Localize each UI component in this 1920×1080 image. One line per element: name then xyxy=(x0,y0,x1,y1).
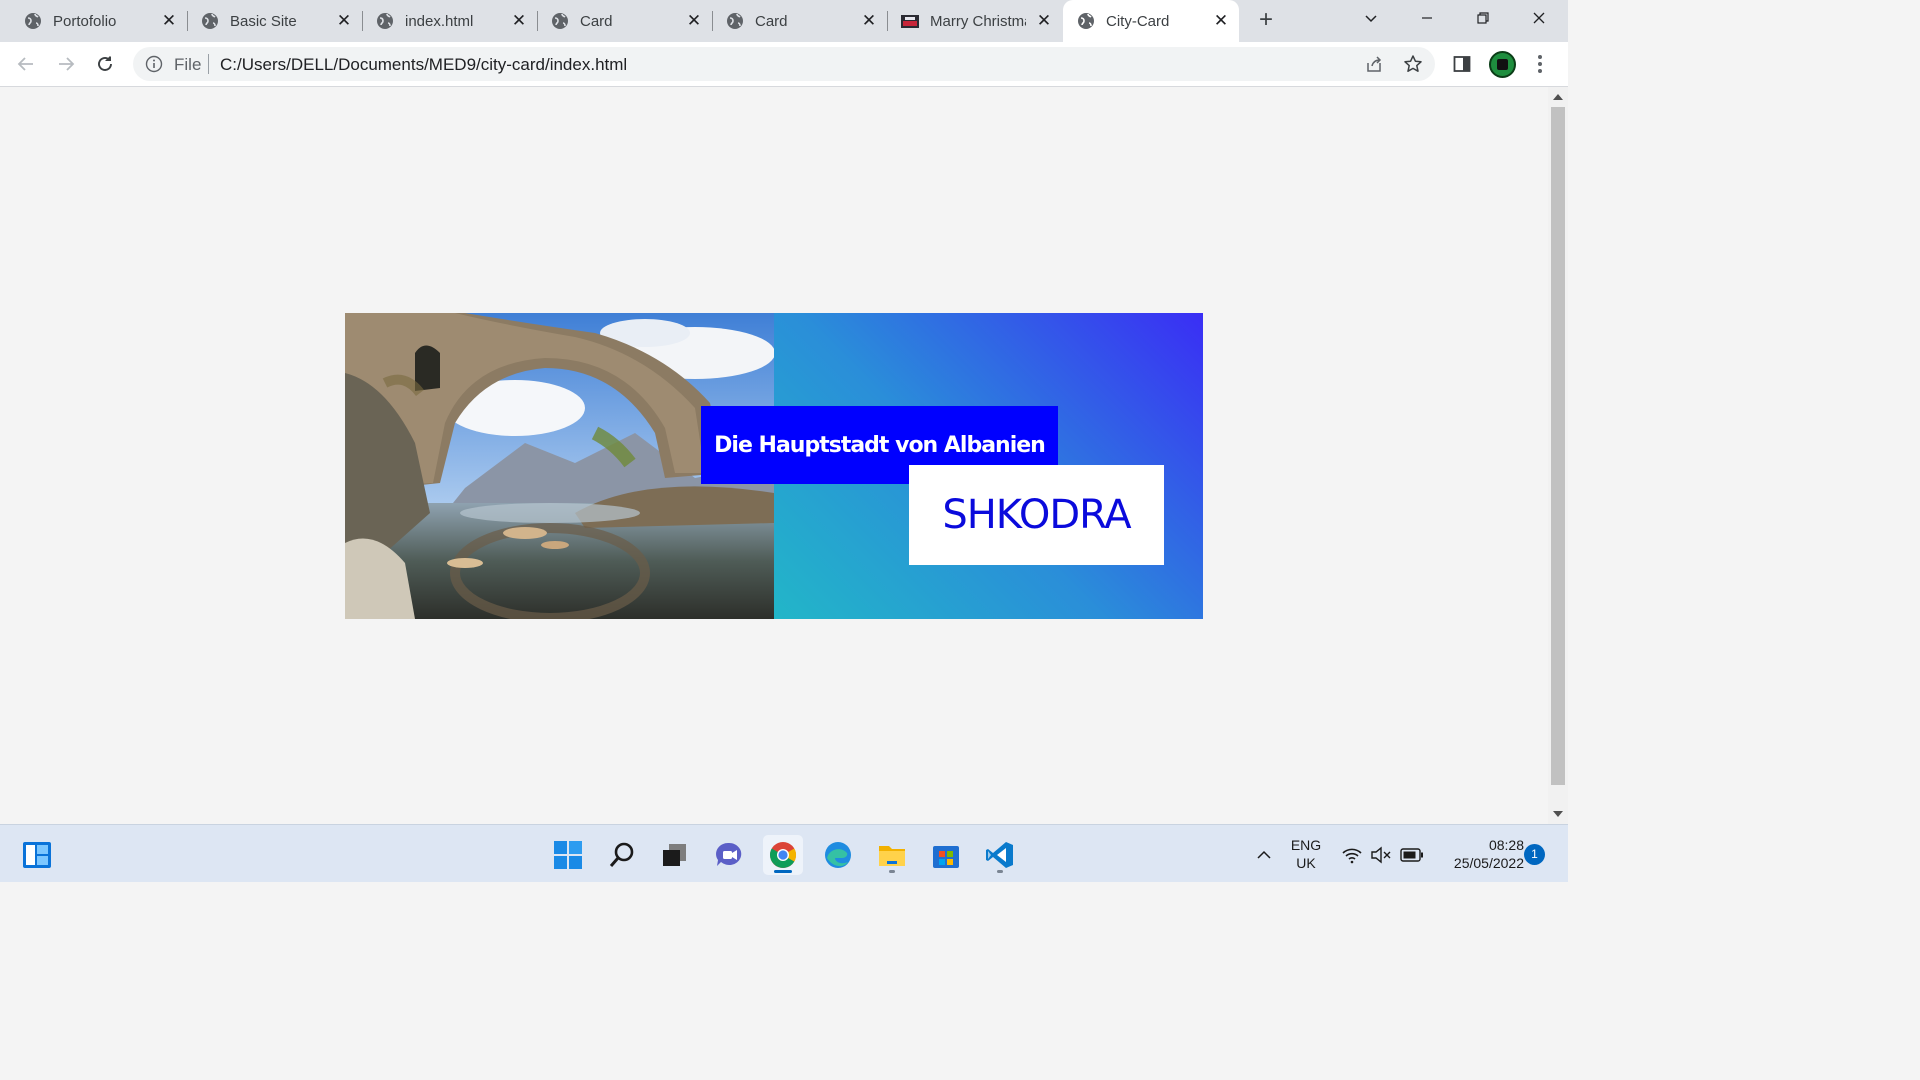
minimize-icon[interactable] xyxy=(1412,6,1442,36)
edge-icon[interactable] xyxy=(818,835,858,875)
close-icon[interactable]: ✕ xyxy=(1034,11,1054,31)
side-panel-icon[interactable] xyxy=(1450,52,1474,76)
tab-title: Card xyxy=(580,12,613,30)
share-icon[interactable] xyxy=(1364,54,1384,74)
chrome-taskbar-icon[interactable] xyxy=(763,835,803,875)
scheme-divider xyxy=(208,54,209,74)
tab-portofolio[interactable]: Portofolio ✕ xyxy=(0,0,188,42)
teams-chat-icon[interactable] xyxy=(709,835,749,875)
tab-card-2[interactable]: Card ✕ xyxy=(712,0,888,42)
url-text[interactable]: C:/Users/DELL/Documents/MED9/city-card/i… xyxy=(220,55,627,75)
close-icon[interactable]: ✕ xyxy=(509,11,529,31)
tab-title: Card xyxy=(755,12,788,30)
close-icon[interactable]: ✕ xyxy=(684,11,704,31)
language-indicator[interactable]: ENG UK xyxy=(1286,836,1326,872)
new-tab-button[interactable]: + xyxy=(1252,7,1280,35)
scrollbar-thumb[interactable] xyxy=(1551,107,1565,785)
clock[interactable]: 08:28 25/05/2022 xyxy=(1430,836,1524,872)
tab-index-html[interactable]: index.html ✕ xyxy=(362,0,538,42)
back-arrow-icon[interactable] xyxy=(12,50,40,78)
vscode-icon[interactable] xyxy=(980,835,1020,875)
close-icon[interactable]: ✕ xyxy=(334,11,354,31)
tab-search-chevron-icon[interactable] xyxy=(1356,6,1386,36)
tab-title: City-Card xyxy=(1106,12,1170,30)
christmas-thumbnail-icon xyxy=(901,15,919,28)
search-icon[interactable] xyxy=(602,835,642,875)
tab-card-1[interactable]: Card ✕ xyxy=(537,0,713,42)
vertical-scrollbar[interactable] xyxy=(1548,87,1568,824)
more-menu-icon[interactable] xyxy=(1530,52,1550,76)
url-scheme: File xyxy=(174,55,202,74)
city-card: Die Hauptstadt von Albanien SHKODRA xyxy=(345,313,1203,619)
restore-icon[interactable] xyxy=(1468,6,1498,36)
active-indicator xyxy=(774,870,792,873)
start-windows-icon[interactable] xyxy=(548,835,588,875)
close-icon[interactable]: ✕ xyxy=(1211,11,1231,31)
file-explorer-icon[interactable] xyxy=(872,835,912,875)
globe-icon xyxy=(202,13,218,29)
tab-title: Basic Site xyxy=(230,12,297,30)
info-icon[interactable] xyxy=(145,55,163,73)
running-indicator xyxy=(997,870,1003,873)
close-icon[interactable]: ✕ xyxy=(159,11,179,31)
widgets-icon[interactable] xyxy=(17,835,57,875)
microsoft-store-icon[interactable] xyxy=(926,835,966,875)
globe-icon xyxy=(25,13,41,29)
close-window-icon[interactable] xyxy=(1524,6,1554,36)
notification-badge[interactable]: 1 xyxy=(1524,844,1545,865)
page-viewport: Die Hauptstadt von Albanien SHKODRA xyxy=(0,87,1548,824)
close-icon[interactable]: ✕ xyxy=(859,11,879,31)
card-subtitle: Die Hauptstadt von Albanien xyxy=(714,432,1046,458)
reload-icon[interactable] xyxy=(91,50,119,78)
browser-toolbar: File C:/Users/DELL/Documents/MED9/city-c… xyxy=(0,42,1568,87)
clock-time: 08:28 xyxy=(1488,837,1524,853)
globe-icon xyxy=(727,13,743,29)
scroll-down-arrow-icon[interactable] xyxy=(1553,811,1563,817)
address-bar[interactable]: File C:/Users/DELL/Documents/MED9/city-c… xyxy=(133,47,1435,81)
tab-title: index.html xyxy=(405,12,474,30)
globe-icon xyxy=(1078,13,1094,29)
volume-muted-icon[interactable] xyxy=(1364,835,1398,875)
scroll-up-arrow-icon[interactable] xyxy=(1553,94,1563,100)
tab-title: Marry Christmas xyxy=(930,12,1026,30)
city-name-banner: SHKODRA xyxy=(909,465,1164,565)
tab-city-card[interactable]: City-Card ✕ xyxy=(1063,0,1239,42)
region-code: UK xyxy=(1296,855,1316,871)
windows-taskbar: ENG UK 08:28 25/05/2022 1 xyxy=(0,824,1568,882)
language-code: ENG xyxy=(1290,837,1322,853)
task-view-icon[interactable] xyxy=(654,835,694,875)
tab-title: Portofolio xyxy=(53,12,117,30)
bookmark-star-icon[interactable] xyxy=(1403,54,1423,74)
tab-basic-site[interactable]: Basic Site ✕ xyxy=(187,0,363,42)
tab-strip: Portofolio ✕ Basic Site ✕ index.html ✕ C… xyxy=(0,0,1568,42)
tray-overflow-chevron-icon[interactable] xyxy=(1244,835,1284,875)
globe-icon xyxy=(377,13,393,29)
battery-icon[interactable] xyxy=(1394,835,1430,875)
profile-avatar[interactable] xyxy=(1489,51,1516,78)
clock-date: 25/05/2022 xyxy=(1453,855,1524,871)
forward-arrow-icon[interactable] xyxy=(52,50,80,78)
running-indicator xyxy=(889,870,895,873)
tab-marry-christmas[interactable]: Marry Christmas ✕ xyxy=(887,0,1062,42)
globe-icon xyxy=(552,13,568,29)
city-name: SHKODRA xyxy=(942,492,1131,538)
